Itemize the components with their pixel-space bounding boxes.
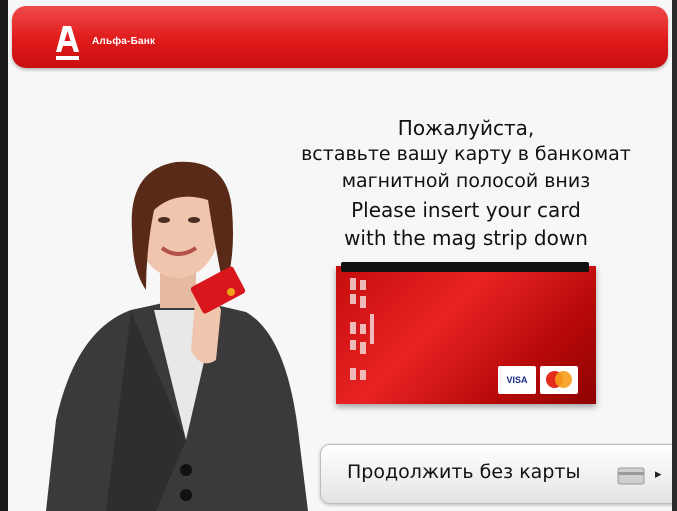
mastercard-logo-icon [540, 366, 578, 394]
screen-bezel-left [0, 0, 8, 511]
card-embossed-number [350, 278, 374, 380]
continue-without-card-button[interactable]: Продолжить без карты ▸ [320, 444, 672, 504]
alfa-bank-logo-icon [56, 26, 79, 60]
arrow-right-icon: ▸ [655, 467, 662, 482]
card-icon [617, 467, 645, 485]
screen-bezel-right [672, 0, 677, 511]
card-insert-illustration: VISA [336, 266, 596, 404]
instruction-ru-line1: Пожалуйста, [397, 116, 535, 140]
brand-name: Альфа-Банк [92, 36, 156, 47]
header-bar: Альфа-Банк [12, 6, 668, 68]
woman-holding-card-image [46, 161, 308, 511]
continue-without-card-label: Продолжить без карты [347, 461, 581, 483]
atm-screen: Альфа-Банк Пожалуйста, вставьте вашу кар… [8, 0, 672, 511]
visa-logo: VISA [498, 366, 536, 394]
card-slot [341, 262, 589, 272]
